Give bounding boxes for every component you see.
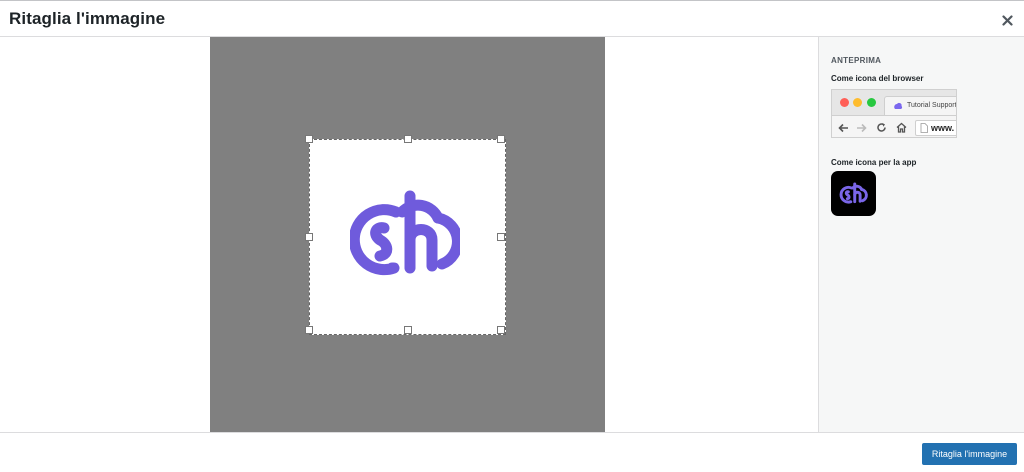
- window-minimize-dot: [853, 98, 862, 107]
- preview-sidebar: ANTEPRIMA Come icona del browser Tutoria…: [818, 37, 1024, 432]
- crop-selection[interactable]: [305, 135, 506, 335]
- crop-stage: [210, 37, 605, 432]
- url-bar: www.: [915, 120, 956, 136]
- cloud-sh-logo-icon: [350, 190, 460, 276]
- crop-image-modal: Ritaglia l'immagine ANTEPRIMA Come icona…: [0, 0, 1024, 472]
- crop-image-button[interactable]: Ritaglia l'immagine: [922, 443, 1017, 465]
- crop-handle-bottom[interactable]: [404, 326, 412, 334]
- crop-handle-bottom-right[interactable]: [497, 326, 505, 334]
- window-maximize-dot: [867, 98, 876, 107]
- page-icon: [920, 123, 928, 133]
- tab-title: Tutorial Support: [907, 102, 957, 109]
- crop-handle-top[interactable]: [404, 135, 412, 143]
- modal-title: Ritaglia l'immagine: [9, 9, 166, 28]
- reload-icon: [877, 123, 886, 132]
- crop-handle-top-right[interactable]: [497, 135, 505, 143]
- tab-favicon-icon: [894, 102, 903, 109]
- close-button[interactable]: [996, 7, 1018, 29]
- modal-footer: Ritaglia l'immagine: [0, 432, 1024, 472]
- crop-handle-left[interactable]: [305, 233, 313, 241]
- url-text: www.: [931, 123, 955, 133]
- back-arrow-icon: [838, 123, 848, 133]
- app-icon-label: Come icona per la app: [831, 158, 917, 167]
- crop-handle-right[interactable]: [497, 233, 505, 241]
- app-icon-preview: [831, 171, 876, 216]
- browser-icon-preview: Tutorial Support www.: [831, 89, 957, 138]
- close-icon: [1001, 14, 1013, 26]
- app-logo-icon: [839, 182, 868, 204]
- home-icon: [896, 122, 907, 133]
- crop-handle-top-left[interactable]: [305, 135, 313, 143]
- browser-toolbar: www.: [832, 115, 956, 137]
- crop-handle-bottom-left[interactable]: [305, 326, 313, 334]
- forward-arrow-icon: [857, 123, 867, 133]
- browser-icon-label: Come icona del browser: [831, 74, 924, 83]
- crop-content-area: [0, 37, 818, 432]
- preview-heading: ANTEPRIMA: [831, 56, 882, 65]
- window-close-dot: [840, 98, 849, 107]
- modal-header: Ritaglia l'immagine: [0, 1, 1024, 37]
- browser-tab: Tutorial Support: [884, 96, 957, 116]
